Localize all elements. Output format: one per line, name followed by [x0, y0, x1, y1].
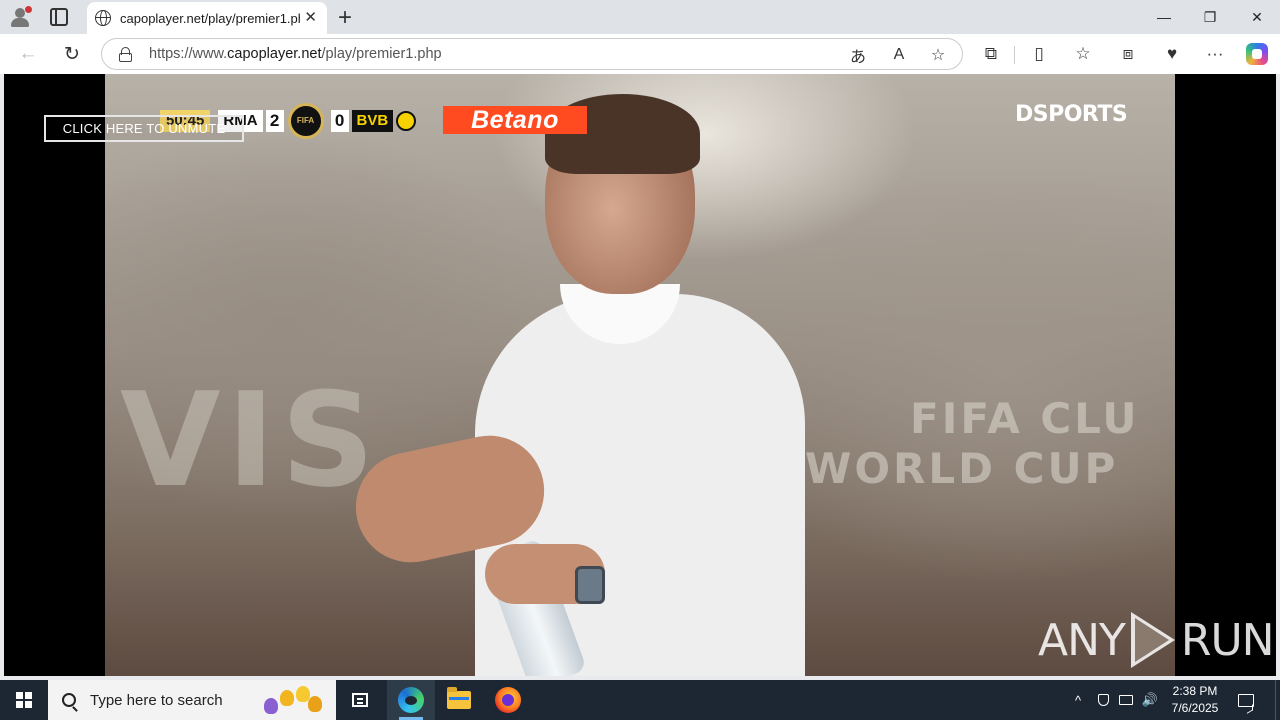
video-player[interactable]: VIS FIFA CLU WORLD CUP 50:45 RMA 2 FIFA … — [105, 74, 1175, 676]
globe-icon — [95, 10, 111, 26]
clock-time: 2:38 PM — [1172, 684, 1218, 698]
away-team: BVB — [351, 109, 394, 132]
favorites-icon[interactable]: ☆ — [1072, 43, 1094, 65]
site-info-lock-icon[interactable] — [119, 47, 132, 62]
bvb-crest-icon — [396, 110, 417, 131]
folder-icon — [447, 687, 471, 709]
url-text[interactable]: https://www.capoplayer.net/play/premier1… — [149, 46, 442, 62]
taskbar-file-explorer[interactable] — [435, 680, 483, 720]
sponsor-logo: Betano — [443, 106, 587, 134]
start-button[interactable] — [0, 680, 48, 720]
tournament-badge-icon: FIFA — [287, 102, 324, 139]
watermark-left-text: ANY — [1038, 614, 1126, 666]
search-highlight-image — [258, 684, 328, 718]
active-tab[interactable]: capoplayer.net/play/premier1.php ✕ — [87, 2, 327, 34]
page-viewport: VIS FIFA CLU WORLD CUP 50:45 RMA 2 FIFA … — [4, 74, 1276, 676]
extensions-icon[interactable]: ⧉ — [980, 43, 1002, 65]
show-desktop-button[interactable] — [1275, 680, 1280, 720]
address-bar[interactable]: https://www.capoplayer.net/play/premier1… — [101, 38, 963, 70]
restore-button[interactable]: ❐ — [1187, 0, 1233, 34]
show-hidden-icons-button[interactable]: ^ — [1068, 680, 1088, 720]
watermark-right-text: RUN — [1180, 614, 1275, 666]
task-view-icon — [352, 693, 368, 707]
background-fifa-text: FIFA CLU — [910, 394, 1140, 443]
unmute-button[interactable]: CLICK HERE TO UNMUTE — [44, 115, 244, 142]
background-banner-text: VIS — [120, 364, 381, 516]
copilot-icon[interactable] — [1246, 43, 1268, 65]
wristwatch — [575, 566, 605, 604]
taskbar-edge[interactable] — [387, 680, 435, 720]
away-score: 0 — [330, 109, 349, 132]
tab-title: capoplayer.net/play/premier1.php — [120, 10, 300, 26]
read-aloud-icon[interactable]: A — [888, 44, 910, 66]
browser-toolbar: ← ↻ https://www.capoplayer.net/play/prem… — [0, 34, 1280, 74]
edge-icon — [398, 687, 424, 713]
watermark: ANY RUN — [1038, 610, 1275, 670]
search-icon — [62, 693, 76, 707]
taskbar: Type here to search ^ 🔊 2:38 PM 7/6/2025 — [0, 680, 1280, 720]
favorite-star-icon[interactable]: ☆ — [927, 44, 949, 66]
tab-strip: capoplayer.net/play/premier1.php ✕ + — ❐… — [0, 0, 1280, 34]
background-worldcup-text: WORLD CUP — [805, 444, 1119, 493]
watermark-play-icon — [1130, 612, 1175, 668]
channel-logo: DSPORTS — [1015, 102, 1128, 127]
translate-icon[interactable]: あ — [847, 44, 869, 66]
notifications-button[interactable] — [1234, 688, 1258, 712]
search-placeholder: Type here to search — [90, 691, 223, 709]
browser-essentials-icon[interactable]: ♥ — [1161, 43, 1183, 65]
taskbar-firefox[interactable] — [484, 680, 532, 720]
tab-close-icon[interactable]: ✕ — [304, 10, 317, 26]
back-button[interactable]: ← — [16, 42, 40, 66]
task-view-button[interactable] — [336, 680, 384, 720]
notification-dot — [25, 6, 32, 13]
close-window-button[interactable]: ✕ — [1234, 0, 1280, 34]
windows-logo-icon — [16, 692, 32, 708]
minimize-button[interactable]: — — [1141, 0, 1187, 34]
toolbar-divider — [1014, 46, 1015, 64]
more-menu-icon[interactable]: ··· — [1204, 43, 1226, 65]
clock-date: 7/6/2025 — [1171, 701, 1219, 715]
notification-icon — [1238, 693, 1254, 707]
new-tab-button[interactable]: + — [338, 4, 352, 32]
refresh-button[interactable]: ↻ — [60, 42, 84, 66]
collections-icon[interactable]: ⧈ — [1117, 43, 1139, 65]
network-icon[interactable] — [1116, 680, 1136, 720]
taskbar-search[interactable]: Type here to search — [48, 680, 336, 720]
split-screen-icon[interactable]: ▯ — [1028, 43, 1050, 65]
firefox-icon — [495, 687, 521, 713]
profile-avatar-icon[interactable] — [8, 5, 32, 29]
system-clock[interactable]: 2:38 PM 7/6/2025 — [1160, 683, 1230, 717]
tab-actions-icon[interactable] — [50, 8, 68, 26]
security-tray-icon[interactable] — [1094, 680, 1112, 720]
volume-icon[interactable]: 🔊 — [1140, 680, 1160, 720]
home-score: 2 — [265, 109, 284, 132]
